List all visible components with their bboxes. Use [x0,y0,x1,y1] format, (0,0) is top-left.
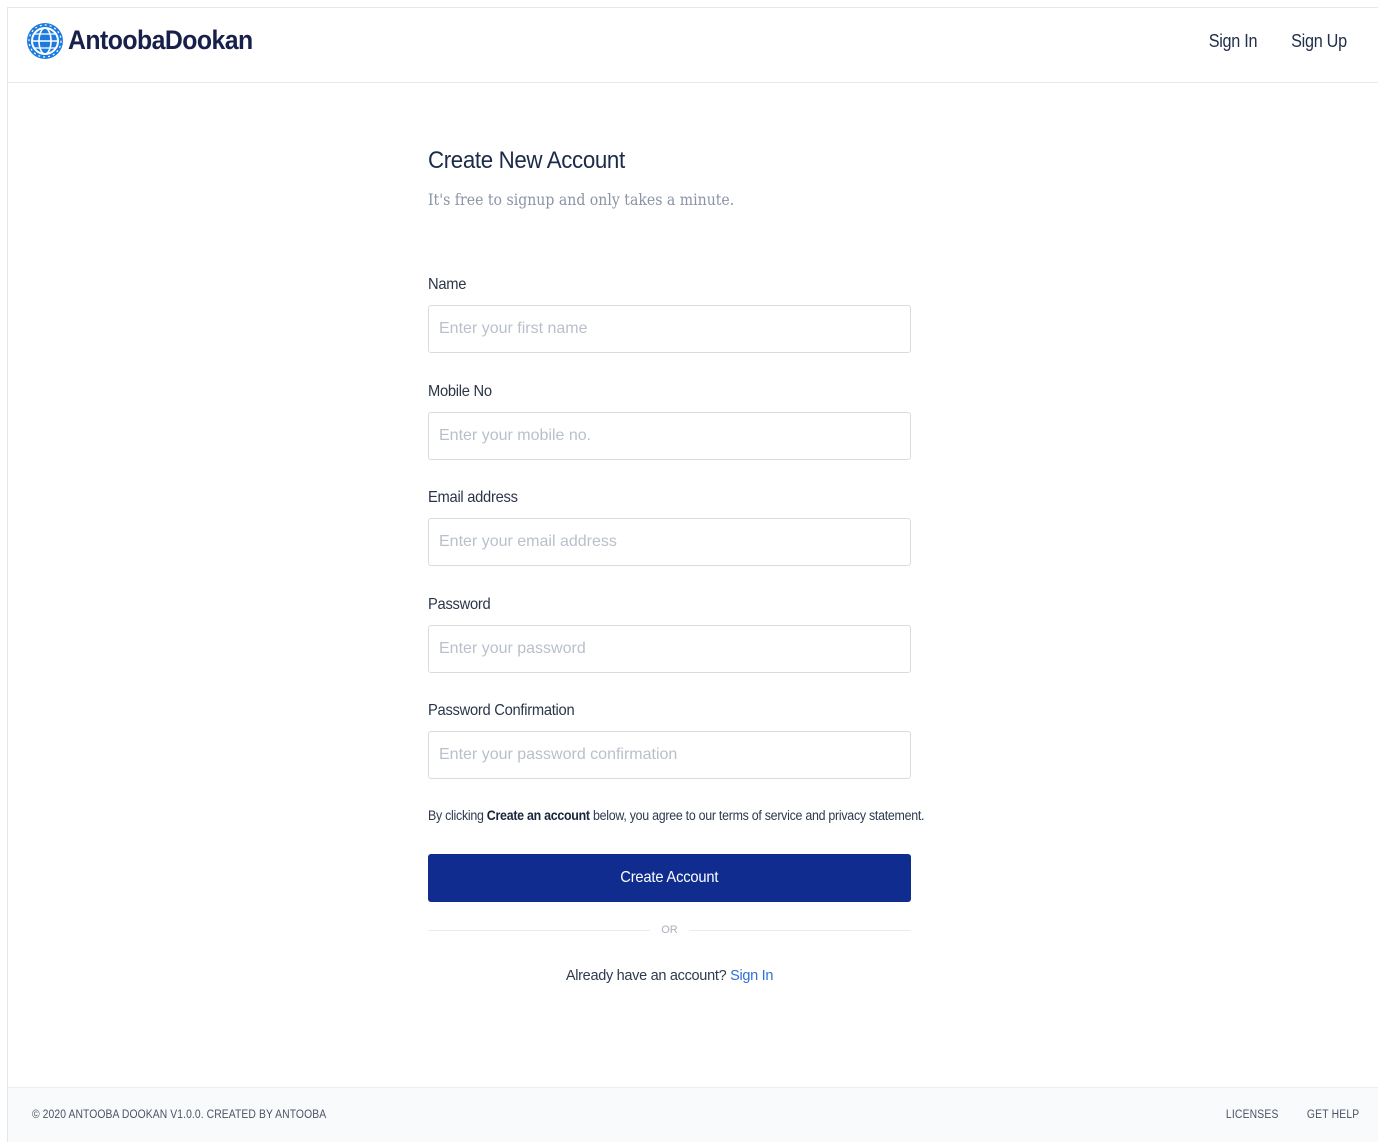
signin-prompt-text: Already have an account? [565,968,727,984]
password-label: Password [428,596,491,613]
top-nav: Sign In Sign Up [1206,31,1350,52]
create-account-button-label: Create Account [620,869,719,886]
licenses-link[interactable]: LICENSES [1226,1109,1279,1121]
create-account-button[interactable]: Create Account [428,854,911,902]
name-input[interactable] [428,305,911,353]
divider-line-right [689,930,911,931]
password-field-group: Password [428,596,911,673]
or-divider: OR [428,922,911,938]
signin-prompt: Already have an account? Sign In [428,968,911,984]
password-confirmation-label: Password Confirmation [428,702,575,719]
footer-links: LICENSES GET HELP [1223,1109,1362,1121]
password-confirmation-input[interactable] [428,731,911,779]
signup-form: Create New Account It's free to signup a… [428,146,925,984]
nav-sign-in-link[interactable]: Sign In [1209,31,1258,52]
email-label: Email address [428,489,518,506]
mobile-field-group: Mobile No [428,383,911,460]
copyright-text: © 2020 ANTOOBA DOOKAN V1.0.0. CREATED BY… [32,1109,327,1121]
email-input[interactable] [428,518,911,566]
signin-link[interactable]: Sign In [730,968,773,984]
password-confirmation-field-group: Password Confirmation [428,702,911,779]
agreement-emphasis: Create an account [486,808,590,823]
agreement-suffix: below, you agree to our terms of service… [589,808,925,823]
nav-sign-up-link[interactable]: Sign Up [1291,31,1347,52]
page-frame: AntoobaDookan Sign In Sign Up Create New… [7,7,1378,1142]
email-field-group: Email address [428,489,911,566]
agreement-prefix: By clicking [428,808,487,823]
mobile-label: Mobile No [428,383,492,400]
terms-agreement-text: By clicking Create an account below, you… [428,808,925,823]
globe-gear-logo-icon [27,23,63,59]
page-title: Create New Account [428,147,625,174]
get-help-link[interactable]: GET HELP [1307,1109,1359,1121]
mobile-input[interactable] [428,412,911,460]
top-header: AntoobaDookan Sign In Sign Up [8,8,1378,83]
page-footer: © 2020 ANTOOBA DOOKAN V1.0.0. CREATED BY… [8,1087,1378,1142]
page-subtitle: It's free to signup and only takes a min… [428,190,735,209]
brand-name: AntoobaDookan [68,24,253,55]
brand-home-link[interactable]: AntoobaDookan [26,15,269,65]
password-input[interactable] [428,625,911,673]
name-label: Name [428,276,467,293]
name-field-group: Name [428,276,911,353]
